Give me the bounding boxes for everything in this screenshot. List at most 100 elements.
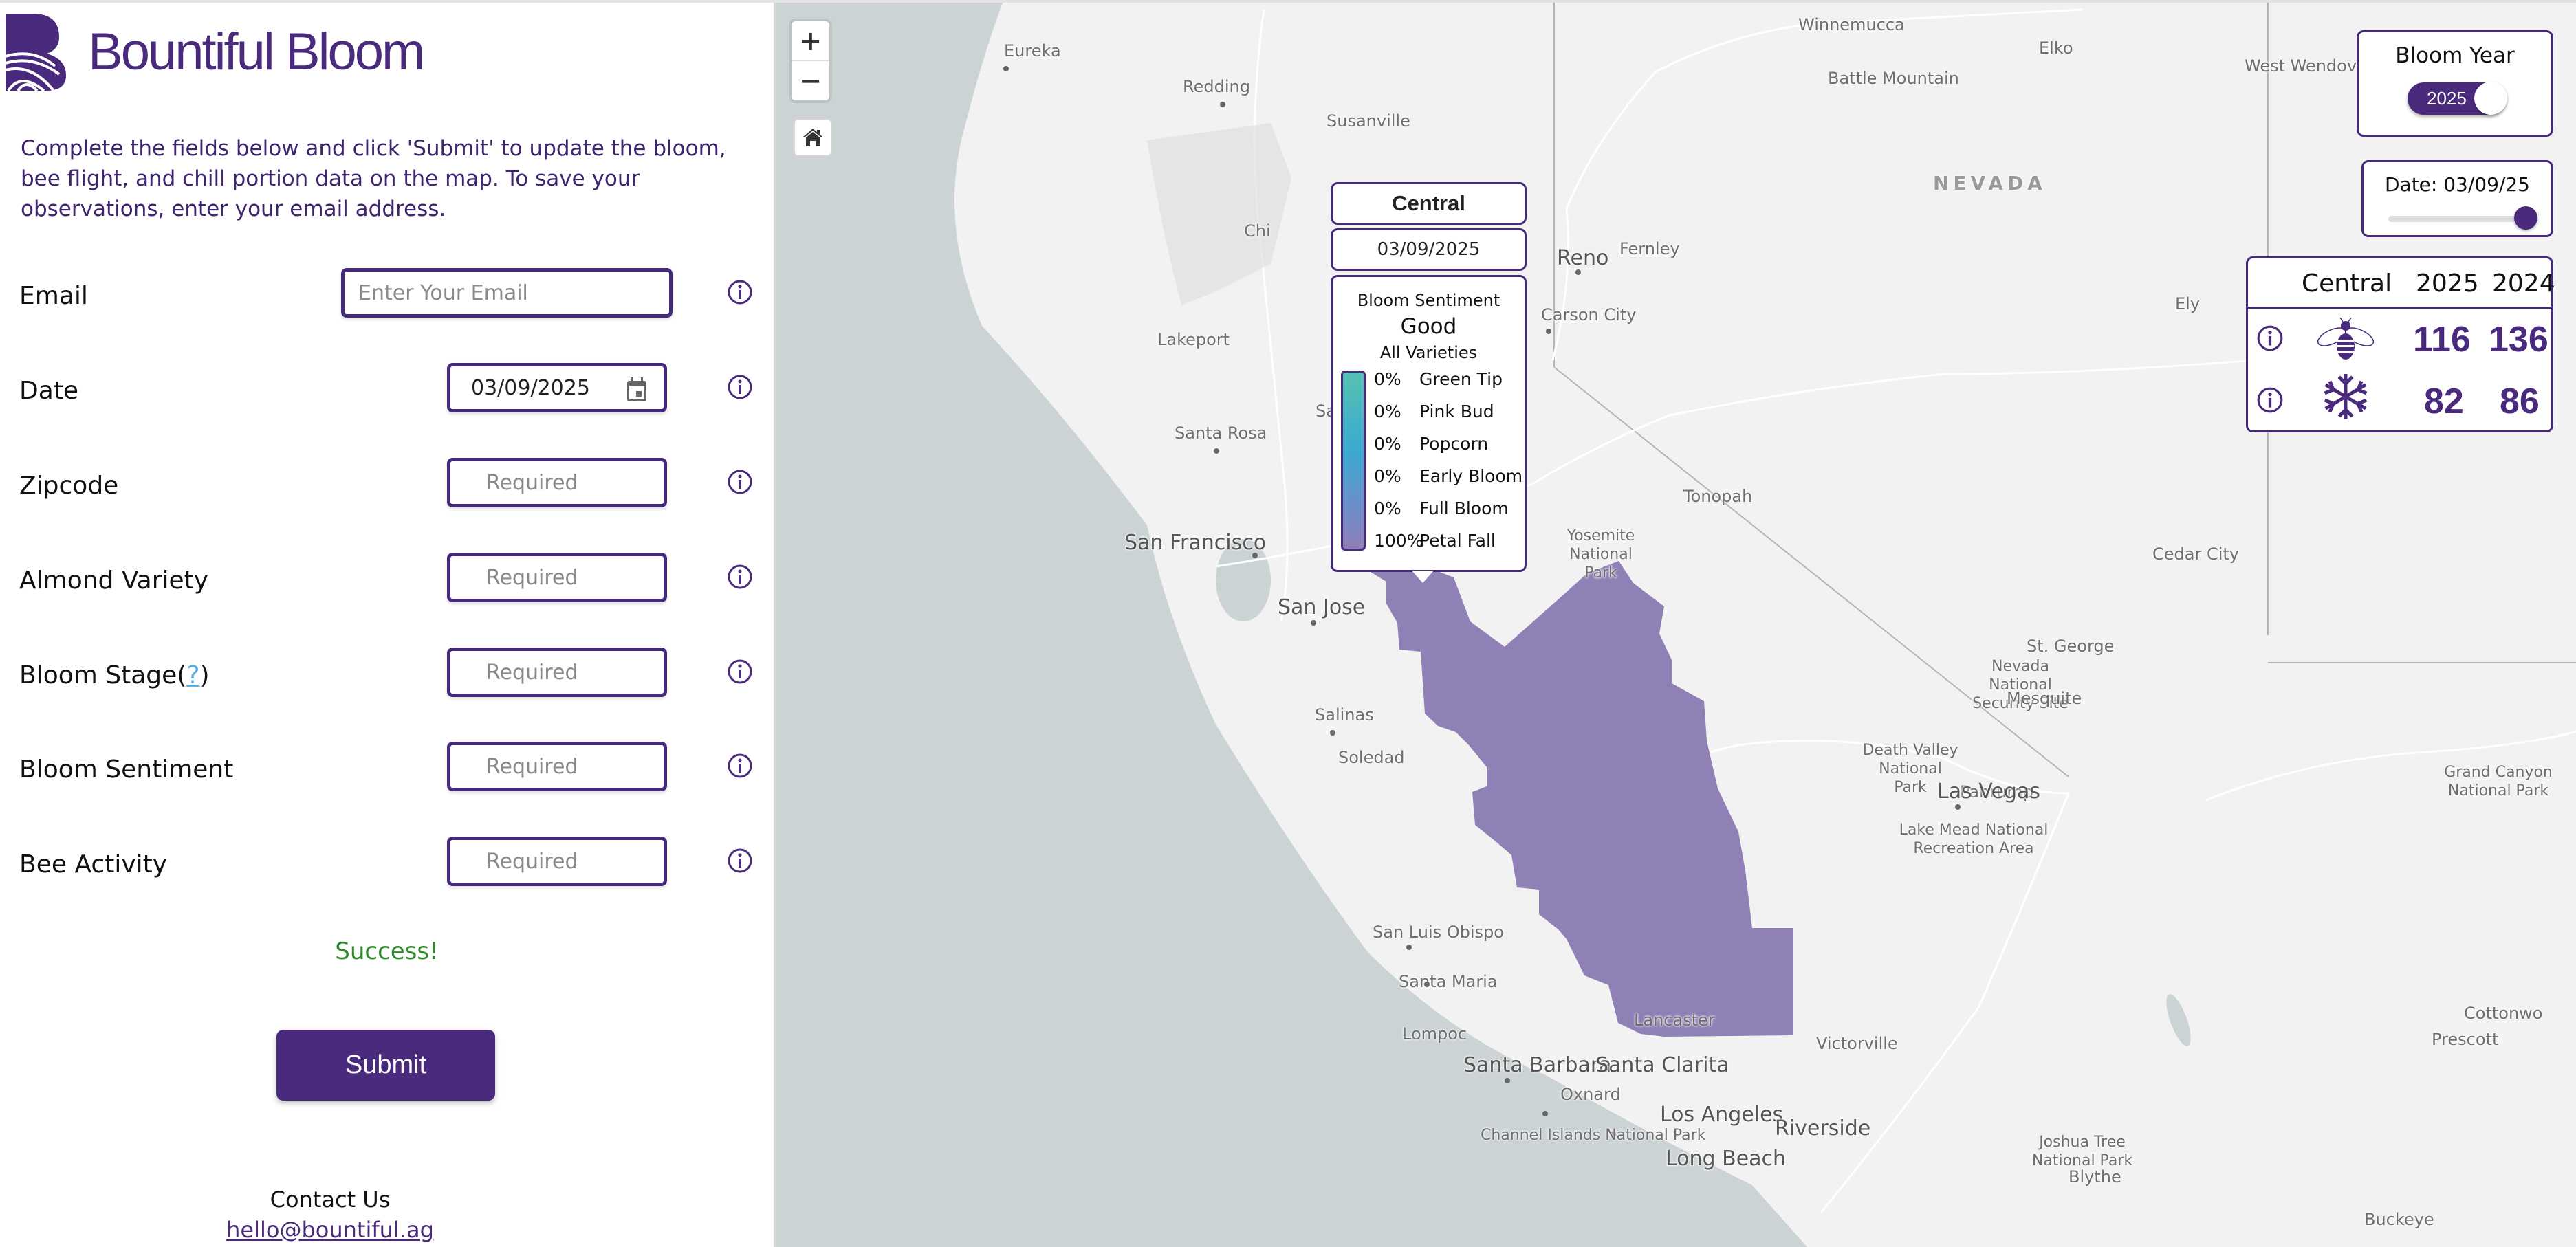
- map-label: Riverside: [1775, 1116, 1871, 1140]
- map-label: Los Angeles: [1660, 1103, 1784, 1127]
- map-label: Grand Canyon National Park: [2444, 764, 2553, 799]
- stats-col-2024: 2024: [2492, 269, 2555, 298]
- map-label: Cedar City: [2152, 544, 2239, 564]
- map[interactable]: Eureka Redding Susanville Chi Lakeport S…: [776, 3, 2576, 1247]
- map-label: Joshua Tree National Park: [2031, 1134, 2133, 1169]
- zipcode-input[interactable]: Required: [447, 458, 667, 507]
- stage-pct: 0%: [1374, 369, 1401, 389]
- stage-name: Pink Bud: [1419, 401, 1494, 421]
- map-label: Susanville: [1327, 111, 1410, 131]
- zoom-control: + −: [789, 19, 832, 103]
- almond-variety-row: Almond Variety Required: [0, 553, 774, 608]
- info-icon[interactable]: [727, 469, 753, 495]
- almond-variety-input[interactable]: Required: [447, 553, 667, 602]
- bee-icon: [2317, 318, 2375, 360]
- map-label: Long Beach: [1666, 1147, 1787, 1171]
- map-label: Channel Islands National Park: [1481, 1127, 1706, 1144]
- date-slider-thumb[interactable]: [2514, 206, 2537, 230]
- map-label: Santa Maria: [1399, 972, 1498, 991]
- calendar-icon[interactable]: [626, 377, 647, 402]
- home-button[interactable]: [793, 118, 833, 157]
- region-central[interactable]: [1364, 561, 1793, 1037]
- submit-button[interactable]: Submit: [276, 1030, 495, 1101]
- stage-name: Early Bloom: [1419, 466, 1523, 486]
- bloom-stage-input[interactable]: Required: [447, 648, 667, 697]
- map-label: Redding: [1183, 77, 1250, 96]
- zoom-in-button[interactable]: +: [792, 21, 829, 60]
- city-dot: [1424, 982, 1430, 987]
- popup-date: 03/09/2025: [1331, 228, 1527, 271]
- map-label: West Wendover: [2245, 56, 2374, 76]
- city-dot: [1546, 329, 1551, 334]
- map-label: Victorville: [1816, 1034, 1898, 1053]
- map-label: Santa Clarita: [1595, 1053, 1729, 1077]
- date-row: Date 03/09/2025: [0, 363, 774, 418]
- stage-pct: 0%: [1374, 434, 1401, 454]
- info-icon[interactable]: [727, 374, 753, 400]
- contact-heading: Contact Us: [270, 1187, 391, 1213]
- region-north[interactable]: [1147, 123, 1291, 305]
- stage-pct: 0%: [1374, 466, 1401, 486]
- map-label: San Francisco: [1124, 531, 1267, 555]
- map-label: Santa Rosa: [1175, 423, 1267, 443]
- info-icon[interactable]: [2256, 386, 2284, 414]
- map-label: Battle Mountain: [1828, 69, 1959, 88]
- info-icon[interactable]: [2256, 324, 2284, 352]
- map-label: Lompoc: [1402, 1024, 1467, 1044]
- date-value: 03/09/2025: [471, 375, 590, 400]
- map-label: Mesquite: [2007, 689, 2082, 708]
- map-label: Lake Mead National Recreation Area: [1899, 821, 2049, 857]
- map-label: Blythe: [2069, 1167, 2121, 1187]
- bloom-sentiment-row: Bloom Sentiment Required: [0, 742, 774, 797]
- map-label: Lakeport: [1157, 330, 1230, 349]
- date-slider-track[interactable]: [2388, 216, 2526, 222]
- city-dot: [1330, 730, 1335, 736]
- stage-name: Popcorn: [1419, 434, 1489, 454]
- email-input[interactable]: Enter Your Email: [341, 268, 673, 318]
- home-icon: [803, 129, 822, 146]
- chill-value-2024: 86: [2500, 382, 2540, 421]
- map-label: Reno: [1557, 246, 1609, 270]
- email-label: Email: [19, 282, 88, 310]
- map-label: Lancaster: [1634, 1011, 1715, 1030]
- city-dot: [1252, 553, 1258, 558]
- stage-pct: 100%: [1374, 531, 1423, 551]
- map-label: Soledad: [1338, 748, 1405, 767]
- bloom-year-toggle[interactable]: 2025: [2408, 82, 2507, 115]
- map-label: St. George: [2027, 637, 2115, 656]
- info-icon[interactable]: [727, 659, 753, 685]
- stage-name: Petal Fall: [1419, 531, 1496, 551]
- bloom-sentiment-input[interactable]: Required: [447, 742, 667, 791]
- map-label: Winnemucca: [1798, 15, 1905, 34]
- city-dot: [1311, 620, 1316, 626]
- zoom-out-button[interactable]: −: [792, 61, 829, 100]
- bloom-stage-label-suffix: ): [199, 661, 210, 689]
- bee-activity-label: Bee Activity: [19, 850, 168, 879]
- stats-col-2025: 2025: [2416, 269, 2479, 298]
- date-input[interactable]: 03/09/2025: [447, 363, 667, 412]
- bloom-stage-label: Bloom Stage(?): [19, 661, 210, 689]
- bee-activity-input[interactable]: Required: [447, 837, 667, 886]
- contact-email-link[interactable]: hello@bountiful.ag: [0, 1217, 660, 1243]
- bee-activity-row: Bee Activity Required: [0, 837, 774, 892]
- date-label: Date: [19, 377, 79, 405]
- map-label: Salinas: [1315, 705, 1374, 725]
- map-label-state: NEVADA: [1933, 172, 2046, 195]
- map-label: Chi: [1244, 221, 1271, 241]
- bloom-year-value: 2025: [2427, 88, 2467, 109]
- map-label: Buckeye: [2364, 1210, 2434, 1229]
- bloom-stage-help-link[interactable]: ?: [186, 661, 199, 689]
- map-label: Elko: [2039, 38, 2073, 58]
- stage-pct: 0%: [1374, 401, 1401, 421]
- info-icon[interactable]: [727, 753, 753, 779]
- city-dot: [1505, 1078, 1510, 1083]
- stats-table: Central 2025 2024 116 136 82 86: [2246, 256, 2555, 432]
- map-label: Yosemite National Park: [1567, 527, 1635, 582]
- bloom-stage-row: Bloom Stage(?) Required: [0, 648, 774, 703]
- info-icon[interactable]: [727, 279, 753, 305]
- info-icon[interactable]: [727, 848, 753, 874]
- city-dot: [1003, 66, 1009, 71]
- city-dot: [1955, 804, 1961, 810]
- info-icon[interactable]: [727, 564, 753, 590]
- bloom-stage-gradient-bar: [1341, 371, 1366, 551]
